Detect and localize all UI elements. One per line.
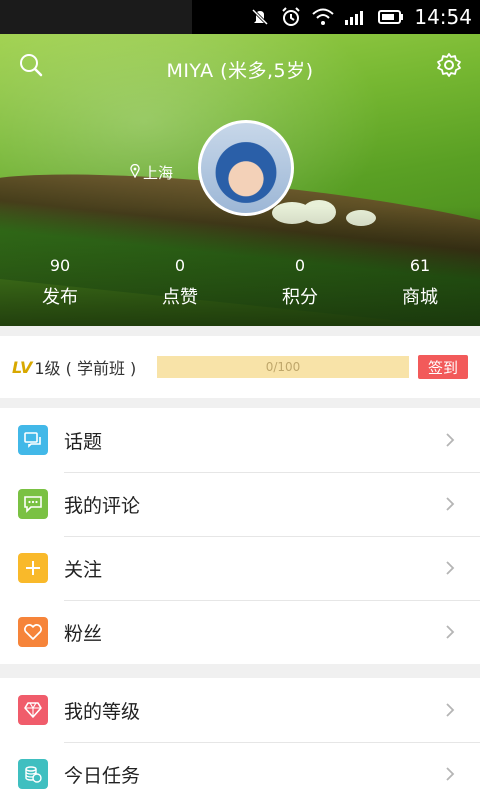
level-progress-bar: 0/100 xyxy=(157,356,409,378)
level-row: LV 1级 ( 学前班 ) 0/100 签到 xyxy=(0,336,480,398)
menu-item-label: 今日任务 xyxy=(64,764,141,787)
menu-item-my-comments[interactable]: 我的评论 xyxy=(0,472,480,536)
menu-item-label: 粉丝 xyxy=(64,622,103,645)
stat-posts[interactable]: 90 发布 xyxy=(0,256,120,309)
level-text: 1级 ( 学前班 ) xyxy=(34,359,137,378)
mute-icon xyxy=(250,5,270,29)
stat-label: 商城 xyxy=(402,287,438,308)
battery-icon xyxy=(378,5,404,29)
level-badge: LV xyxy=(12,357,33,377)
chevron-right-icon xyxy=(440,558,460,578)
menu-item-daily-tasks[interactable]: 今日任务 xyxy=(0,742,480,806)
stat-value: 61 xyxy=(409,256,431,275)
chevron-right-icon xyxy=(440,764,460,784)
location-text: 上海 xyxy=(143,164,174,182)
stat-label: 点赞 xyxy=(162,287,198,308)
stat-value: 90 xyxy=(49,256,71,275)
profile-name: MIYA (米多,5岁) xyxy=(166,60,314,82)
diamond-icon xyxy=(18,695,48,725)
menu-group-progress: 我的等级 今日任务 xyxy=(0,678,480,806)
chevron-right-icon xyxy=(440,430,460,450)
stat-likes[interactable]: 0 点赞 xyxy=(120,256,240,309)
menu-group-social: 话题 我的评论 关注 粉丝 xyxy=(0,408,480,664)
coins-icon xyxy=(18,759,48,789)
menu-item-my-level[interactable]: 我的等级 xyxy=(0,678,480,742)
signal-icon xyxy=(344,5,368,29)
stat-label: 发布 xyxy=(42,287,78,308)
chat-bubble-icon xyxy=(18,425,48,455)
chevron-right-icon xyxy=(440,700,460,720)
menu-item-fans[interactable]: 粉丝 xyxy=(0,600,480,664)
location: 上海 xyxy=(130,162,173,183)
status-bar-notification-area xyxy=(0,0,192,34)
profile-stats: 90 发布 0 点赞 0 积分 61 商城 xyxy=(0,256,480,309)
stat-label: 积分 xyxy=(282,287,318,308)
wifi-icon xyxy=(312,5,335,29)
status-bar: 14:54 xyxy=(0,0,480,34)
menu-item-topics[interactable]: 话题 xyxy=(0,408,480,472)
stat-shop[interactable]: 61 商城 xyxy=(360,256,480,309)
menu-item-label: 我的评论 xyxy=(64,494,141,517)
stat-value: 0 xyxy=(174,256,186,275)
chevron-right-icon xyxy=(440,622,460,642)
location-pin-icon xyxy=(130,163,140,182)
status-time: 14:54 xyxy=(414,5,472,29)
stat-points[interactable]: 0 积分 xyxy=(240,256,360,309)
level-progress-text: 0/100 xyxy=(265,360,301,374)
gear-icon xyxy=(436,52,462,82)
stat-value: 0 xyxy=(294,256,306,275)
menu-item-label: 关注 xyxy=(64,558,103,581)
menu-item-label: 话题 xyxy=(64,430,103,453)
comment-icon xyxy=(18,489,48,519)
avatar[interactable] xyxy=(198,120,294,216)
heart-icon xyxy=(18,617,48,647)
profile-header: MIYA (米多,5岁) 上海 90 发布 0 点赞 0 积分 61 商城 xyxy=(0,34,480,326)
menu-item-label: 我的等级 xyxy=(64,700,141,723)
signin-button[interactable]: 签到 xyxy=(418,355,468,379)
settings-button[interactable] xyxy=(434,52,464,82)
menu-item-follow[interactable]: 关注 xyxy=(0,536,480,600)
plus-icon xyxy=(18,553,48,583)
alarm-icon xyxy=(280,5,302,29)
chevron-right-icon xyxy=(440,494,460,514)
